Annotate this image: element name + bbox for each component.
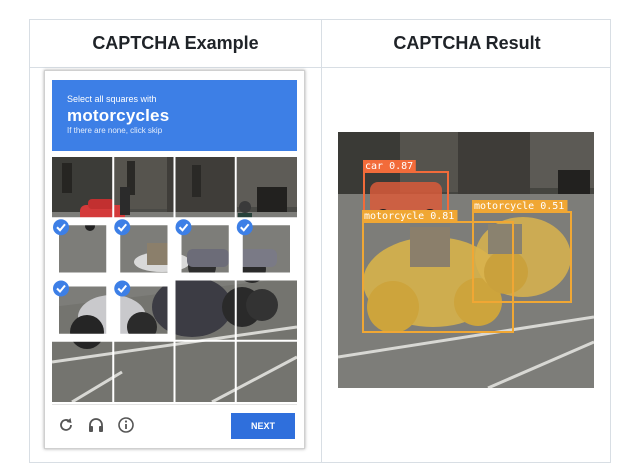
captcha-widget: Select all squares with motorcycles If t… (44, 70, 305, 449)
detection-overlay: car 0.87 motorcycle 0.81 motorcycle 0.51 (338, 132, 594, 388)
detection-result-image: car 0.87 motorcycle 0.81 motorcycle 0.51 (338, 132, 594, 388)
captcha-prompt: Select all squares with (67, 94, 157, 104)
check-icon (236, 219, 253, 236)
info-icon[interactable] (116, 415, 136, 435)
detection-label: motorcycle 0.51 (474, 201, 564, 212)
captcha-hint: If there are none, click skip (67, 126, 163, 135)
check-icon (53, 280, 69, 297)
detection-label: car 0.87 (365, 161, 413, 172)
check-icon (114, 219, 131, 236)
column-divider (321, 20, 322, 462)
header-divider (30, 67, 610, 68)
captcha-example-header: CAPTCHA Example (92, 33, 259, 53)
captcha-result-header: CAPTCHA Result (393, 33, 541, 53)
captcha-image-grid (52, 157, 297, 402)
detection-label: motorcycle 0.81 (364, 211, 454, 222)
check-icon (53, 219, 69, 236)
next-button[interactable]: NEXT (231, 413, 295, 439)
street-scene-image (52, 157, 297, 402)
audio-icon[interactable] (86, 415, 106, 435)
check-icon (114, 280, 131, 297)
captcha-footer: NEXT (52, 404, 297, 445)
reload-icon[interactable] (56, 415, 76, 435)
check-icon (175, 219, 192, 236)
captcha-instructions: Select all squares with motorcycles If t… (52, 80, 297, 151)
captcha-target: motorcycles (67, 106, 170, 125)
